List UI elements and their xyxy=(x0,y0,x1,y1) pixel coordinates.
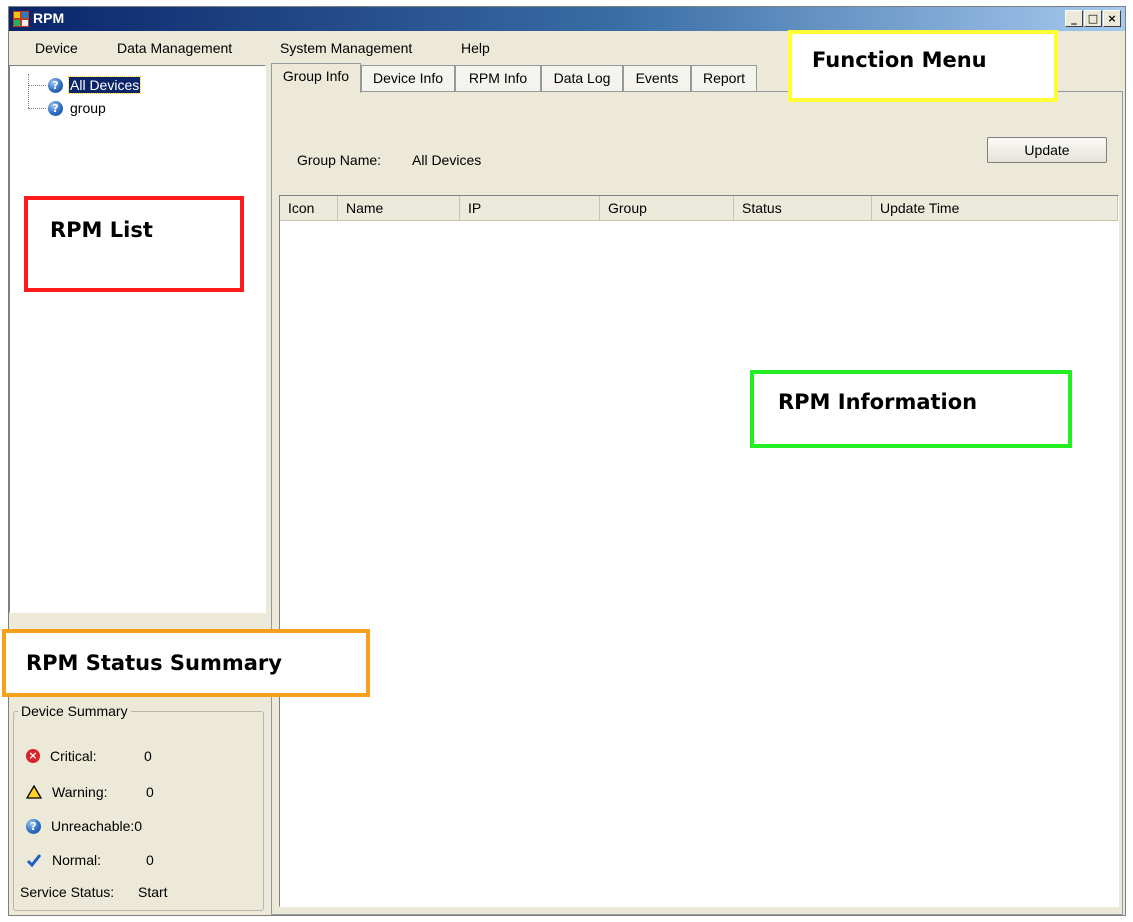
unreachable-icon: ? xyxy=(48,100,63,116)
device-summary: Device Summary × Critical: 0 Warning: 0 … xyxy=(13,703,264,911)
summary-value: 0 xyxy=(144,748,152,764)
callout-rpm-information: RPM Information xyxy=(750,370,1072,448)
tab-rpm-info[interactable]: RPM Info xyxy=(455,65,541,91)
callout-rpm-list-label: RPM List xyxy=(50,218,153,242)
tree-item-all-devices[interactable]: ? All Devices xyxy=(48,76,142,94)
device-list-header: Icon Name IP Group Status Update Time xyxy=(280,196,1118,221)
summary-value: 0 xyxy=(146,784,154,800)
tree-item-label: group xyxy=(70,100,106,116)
menu-system-management[interactable]: System Management xyxy=(280,40,412,56)
summary-row-warning: Warning: 0 xyxy=(26,782,154,802)
summary-label: Warning: xyxy=(52,784,108,800)
tab-report[interactable]: Report xyxy=(691,65,757,91)
summary-label: Critical: xyxy=(50,748,97,764)
callout-rpm-status-summary-label: RPM Status Summary xyxy=(26,651,282,675)
tree-connector xyxy=(28,85,46,86)
callout-function-menu-label: Function Menu xyxy=(812,48,987,72)
tree-connector xyxy=(28,108,46,109)
column-header-icon[interactable]: Icon xyxy=(280,196,338,220)
tree-connector xyxy=(28,74,29,108)
summary-value: 0 xyxy=(146,852,154,868)
window-title: RPM xyxy=(33,10,65,26)
warning-icon xyxy=(26,785,42,799)
summary-label: Unreachable: xyxy=(51,818,135,834)
tree-item-label: All Devices xyxy=(67,76,142,94)
callout-rpm-information-label: RPM Information xyxy=(778,390,978,414)
column-header-status[interactable]: Status xyxy=(734,196,872,220)
group-name-label: Group Name: xyxy=(297,152,382,168)
service-status-label: Service Status: xyxy=(20,884,115,900)
maximize-button[interactable]: □ xyxy=(1084,10,1102,27)
app-icon xyxy=(13,11,29,27)
column-header-update-time[interactable]: Update Time xyxy=(872,196,1118,220)
column-header-name[interactable]: Name xyxy=(338,196,460,220)
close-button[interactable]: × xyxy=(1103,10,1121,27)
menu-help[interactable]: Help xyxy=(461,40,490,56)
critical-icon: × xyxy=(26,749,40,763)
update-button[interactable]: Update xyxy=(987,137,1107,163)
tab-data-log[interactable]: Data Log xyxy=(541,65,623,91)
summary-row-unreachable: ? Unreachable: 0 xyxy=(26,816,142,836)
column-header-group[interactable]: Group xyxy=(600,196,734,220)
unreachable-icon: ? xyxy=(26,818,41,834)
service-status-row: Service Status: Start xyxy=(20,882,168,902)
callout-rpm-status-summary: RPM Status Summary xyxy=(2,629,370,697)
tab-device-info[interactable]: Device Info xyxy=(361,65,455,91)
column-header-ip[interactable]: IP xyxy=(460,196,600,220)
tree-item-group[interactable]: ? group xyxy=(48,99,107,117)
menu-data-management[interactable]: Data Management xyxy=(117,40,232,56)
callout-function-menu: Function Menu xyxy=(788,30,1058,102)
device-summary-title: Device Summary xyxy=(18,703,131,719)
group-name-value: All Devices xyxy=(412,152,482,168)
app-window: RPM _ □ × Device Data Management System … xyxy=(8,6,1126,916)
menu-device[interactable]: Device xyxy=(35,40,78,56)
summary-row-critical: × Critical: 0 xyxy=(26,746,152,766)
summary-value: 0 xyxy=(134,818,143,834)
device-tree[interactable]: ? All Devices ? group xyxy=(9,65,266,613)
tab-events[interactable]: Events xyxy=(623,65,691,91)
callout-rpm-list: RPM List xyxy=(24,196,244,292)
title-bar[interactable]: RPM _ □ × xyxy=(9,7,1125,31)
summary-row-normal: Normal: 0 xyxy=(26,850,154,870)
device-list[interactable]: Icon Name IP Group Status Update Time xyxy=(279,195,1119,907)
service-status-value: Start xyxy=(138,884,168,900)
checkmark-icon xyxy=(26,854,42,868)
unreachable-icon: ? xyxy=(48,77,63,93)
tab-group-info[interactable]: Group Info xyxy=(271,63,361,93)
summary-label: Normal: xyxy=(52,852,102,868)
minimize-button[interactable]: _ xyxy=(1065,10,1083,27)
